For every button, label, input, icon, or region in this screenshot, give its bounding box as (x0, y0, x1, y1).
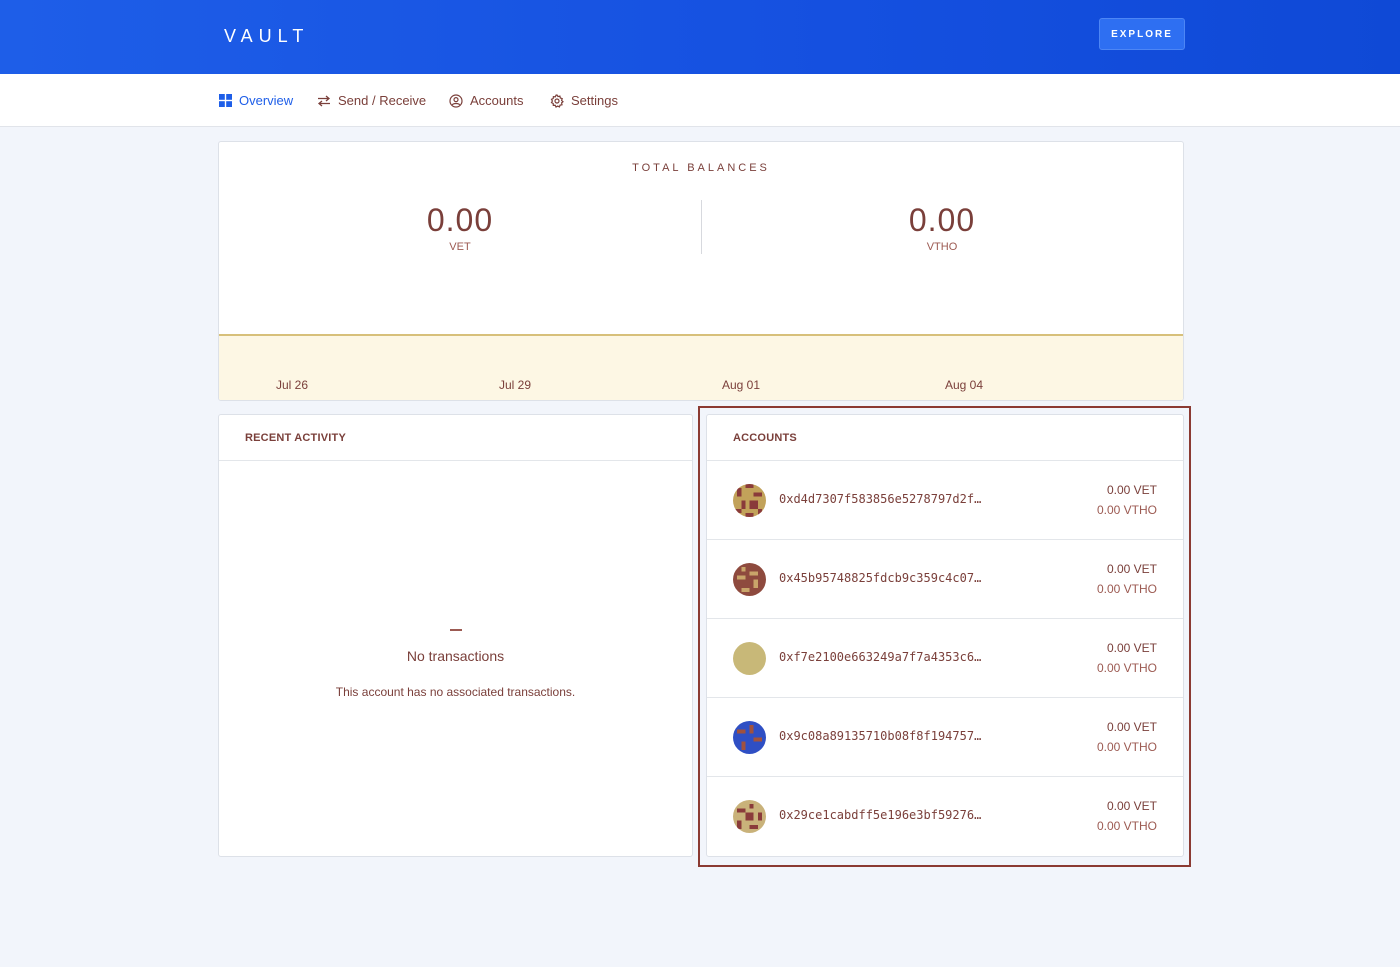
account-row[interactable]: 0xd4d7307f583856e5278797d2f… 0.00 VET 0.… (707, 461, 1183, 540)
account-address: 0x29ce1cabdff5e196e3bf59276… (779, 808, 982, 822)
account-vet-balance: 0.00 VET (1106, 483, 1157, 497)
top-bar: VAULT EXPLORE (0, 0, 1400, 74)
grid-icon (218, 94, 232, 108)
account-vtho-balance: 0.00 VTHO (1096, 582, 1157, 596)
empty-state-dash (450, 629, 462, 631)
tab-send-receive[interactable]: Send / Receive (317, 74, 426, 127)
account-row[interactable]: 0xf7e2100e663249a7f7a4353c6… 0.00 VET 0.… (707, 619, 1183, 698)
recent-activity-panel: RECENT ACTIVITY No transactions This acc… (218, 414, 693, 857)
account-avatar (733, 642, 766, 675)
account-avatar (733, 721, 766, 754)
account-vtho-balance: 0.00 VTHO (1096, 819, 1157, 833)
vtho-balance: 0.00 VTHO (842, 202, 1042, 253)
vet-balance: 0.00 VET (360, 202, 560, 253)
account-avatar (733, 484, 766, 517)
account-vet-balance: 0.00 VET (1106, 720, 1157, 734)
total-balances-panel: TOTAL BALANCES 0.00 VET 0.00 VTHO Jul 26… (218, 141, 1184, 401)
vtho-balance-unit: VTHO (926, 241, 958, 253)
tab-settings[interactable]: Settings (550, 74, 618, 127)
account-address: 0x45b95748825fdcb9c359c4c07… (779, 571, 982, 585)
user-circle-icon (449, 93, 463, 108)
total-balances-title: TOTAL BALANCES (632, 162, 770, 174)
tab-accounts[interactable]: Accounts (449, 74, 523, 127)
account-vet-balance: 0.00 VET (1106, 562, 1157, 576)
account-address: 0xf7e2100e663249a7f7a4353c6… (779, 650, 982, 664)
chart-tick-label: Jul 29 (499, 378, 532, 392)
account-vet-balance: 0.00 VET (1106, 799, 1157, 813)
account-avatar (733, 800, 766, 833)
empty-state-description: This account has no associated transacti… (335, 685, 576, 699)
vtho-balance-amount: 0.00 (908, 202, 976, 238)
account-row[interactable]: 0x45b95748825fdcb9c359c4c07… 0.00 VET 0.… (707, 540, 1183, 619)
gear-icon (550, 93, 564, 108)
balance-history-chart: Jul 26 Jul 29 Aug 01 Aug 04 (219, 334, 1183, 400)
app-logo[interactable]: VAULT (224, 26, 309, 47)
empty-state-title: No transactions (406, 648, 505, 664)
tab-overview-label: Overview (239, 93, 294, 108)
accounts-title: ACCOUNTS (707, 415, 1183, 461)
recent-activity-title: RECENT ACTIVITY (219, 415, 692, 461)
vet-balance-unit: VET (449, 241, 471, 253)
chart-tick-label: Jul 26 (276, 378, 309, 392)
swap-arrows-icon (317, 94, 331, 108)
balance-divider (701, 200, 702, 254)
nav-tabs: Overview Send / Receive Accounts Setting… (0, 74, 1400, 127)
account-avatar (733, 563, 766, 596)
explore-button[interactable]: EXPLORE (1099, 18, 1185, 50)
accounts-panel: ACCOUNTS 0xd4d7307f583856e5278797d2f… 0.… (706, 414, 1184, 857)
chart-tick-label: Aug 01 (722, 378, 761, 392)
tab-overview[interactable]: Overview (218, 74, 293, 127)
account-vtho-balance: 0.00 VTHO (1096, 503, 1157, 517)
account-vtho-balance: 0.00 VTHO (1096, 740, 1157, 754)
account-vtho-balance: 0.00 VTHO (1096, 661, 1157, 675)
account-row[interactable]: 0x9c08a89135710b08f8f194757… 0.00 VET 0.… (707, 698, 1183, 777)
tab-accounts-label: Accounts (470, 93, 524, 108)
vet-balance-amount: 0.00 (426, 202, 494, 238)
tab-settings-label: Settings (571, 93, 618, 108)
account-row[interactable]: 0x29ce1cabdff5e196e3bf59276… 0.00 VET 0.… (707, 777, 1183, 856)
account-vet-balance: 0.00 VET (1106, 641, 1157, 655)
chart-tick-label: Aug 04 (945, 378, 984, 392)
account-address: 0xd4d7307f583856e5278797d2f… (779, 492, 982, 506)
account-address: 0x9c08a89135710b08f8f194757… (779, 729, 982, 743)
tab-send-receive-label: Send / Receive (338, 93, 427, 108)
